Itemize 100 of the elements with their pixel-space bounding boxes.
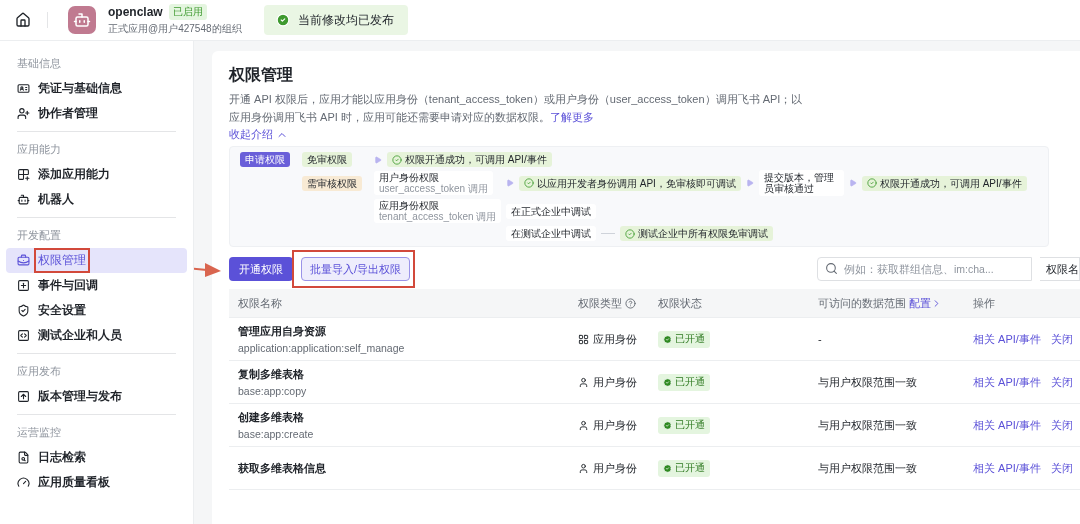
data-scope: 与用户权限范围一致 [818,374,918,390]
upload-square-icon [17,390,30,403]
search-icon [825,262,838,275]
action-link[interactable]: 关闭 [1050,417,1073,433]
permission-name: 创建多维表格 [238,410,305,425]
briefcase-icon [17,254,30,267]
section-title: 应用发布 [16,364,62,379]
shield-check-icon [17,304,30,317]
section-title: 应用能力 [16,142,62,157]
code-square-icon [17,329,30,342]
check-icon [392,154,402,165]
user-icon [578,376,589,388]
app-name: openclaw [108,5,163,19]
action-link[interactable]: 相关 API/事件 [973,460,1041,476]
flow-node: 需审核权限 [302,175,362,191]
section-title: 开发配置 [16,228,62,243]
check-icon [275,13,290,27]
app-avatar [68,6,96,34]
sidebar-item[interactable]: 机器人 [6,187,187,212]
flow-note: user_access_token 调用 [379,183,488,194]
learn-more-link[interactable]: 了解更多 [549,111,594,123]
action-link[interactable]: 关闭 [1050,460,1073,476]
arrow-icon [745,179,754,187]
arrow-icon [506,179,514,187]
sidebar-item[interactable]: 协作者管理 [6,101,187,126]
permission-type: 用户身份 [578,417,658,433]
column-header: 操作 [973,295,996,311]
user-plus-icon [17,107,30,120]
permission-name: 获取多维表格信息 [238,460,327,476]
column-header: 权限类型 [578,295,658,311]
filter-select[interactable]: 权限名 [1040,257,1080,281]
sidebar-item[interactable]: 安全设置 [6,298,187,323]
data-scope: 与用户权限范围一致 [818,460,918,476]
sidebar-item[interactable]: 版本管理与发布 [6,384,187,409]
check-icon [866,178,877,188]
action-link[interactable]: 关闭 [1050,374,1073,390]
robot-icon [17,193,30,206]
square-plus-icon [17,279,30,292]
action-link[interactable]: 相关 API/事件 [973,417,1041,433]
column-header: 权限名称 [238,295,283,311]
grant-button[interactable]: 开通权限 [229,257,293,281]
check-icon [524,178,534,188]
permission-name: 复制多维表格 [238,367,305,382]
gauge-icon [17,476,30,489]
sidebar-item[interactable]: 测试企业和人员 [6,323,187,348]
search-field[interactable]: 例如：获取群组信息、im:cha... [817,257,1032,281]
check-icon [663,377,672,387]
section-title: 运营监控 [16,425,62,440]
section-title: 基础信息 [16,56,62,71]
sidebar-item[interactable]: 权限管理 [6,248,187,273]
column-header: 可访问的数据范围 配置 [818,295,973,311]
permission-type: 应用身份 [578,331,658,347]
sidebar-item[interactable]: 添加应用能力 [6,162,187,187]
status-badge: 已开通 [658,416,710,434]
arrow-icon [374,155,382,164]
data-scope: 与用户权限范围一致 [818,417,918,433]
flow-node: 在测试企业中调试 [506,226,596,241]
file-search-icon [17,451,30,464]
app-subtitle: 正式应用@用户427548的组织 [108,22,242,36]
flow-node: 提交版本，管理员审核通过 [758,170,844,196]
arrow-icon [848,179,857,187]
check-icon [663,334,672,344]
flow-label: 应用身份权限 [379,200,440,211]
config-link[interactable]: 配置 [909,295,942,311]
home-icon[interactable] [15,12,31,28]
grid-plus-icon [17,168,30,181]
batch-button[interactable]: 批量导入/导出权限 [301,257,411,281]
permission-type: 用户身份 [578,460,658,476]
status-badge: 已开通 [658,459,710,477]
flow-node: 权限开通成功，可调用 API/事件 [861,175,1027,191]
check-icon [625,228,635,239]
permission-code: base:app:copy [238,385,308,397]
flow-label: 用户身份权限 [379,172,440,183]
permission-code: base:app:create [238,428,315,440]
flow-note: tenant_access_token 调用 [379,211,497,222]
permission-name: 管理应用自身资源 [238,324,327,339]
flow-node: 测试企业中所有权限免审调试 [620,226,773,241]
sidebar-item[interactable]: 日志检索 [6,445,187,470]
sidebar-item[interactable]: 凭证与基础信息 [6,76,187,101]
status-badge: 已启用 [168,4,207,20]
check-icon [663,420,672,430]
action-link[interactable]: 相关 API/事件 [973,331,1041,347]
user-icon [578,462,589,474]
id-card-icon [17,82,30,95]
permission-code: application:application:self_manage [238,342,406,354]
grid-icon [578,333,589,345]
page-title: 权限管理 [229,65,294,85]
status-badge: 已开通 [658,373,710,391]
action-link[interactable]: 相关 API/事件 [973,374,1041,390]
sidebar-item[interactable]: 事件与回调 [6,273,187,298]
check-icon [663,463,672,473]
user-icon [578,419,589,431]
data-scope: - [818,333,823,345]
status-badge: 已开通 [658,330,710,348]
intro-text: 开通 API 权限后，应用才能以应用身份（tenant_access_token）或用户身份（user_access_token）调用飞书 API；以应用身份调用飞书 API 时，应用可能还需要申请对应的数据权限。了解更多 [229,92,804,125]
sidebar-item[interactable]: 应用质量看板 [6,470,187,495]
flow-node: 申请权限 [240,152,290,167]
flow-node: 免审权限 [302,152,352,167]
collapse-button[interactable]: 收起介绍 [229,127,288,142]
action-link[interactable]: 关闭 [1050,331,1073,347]
